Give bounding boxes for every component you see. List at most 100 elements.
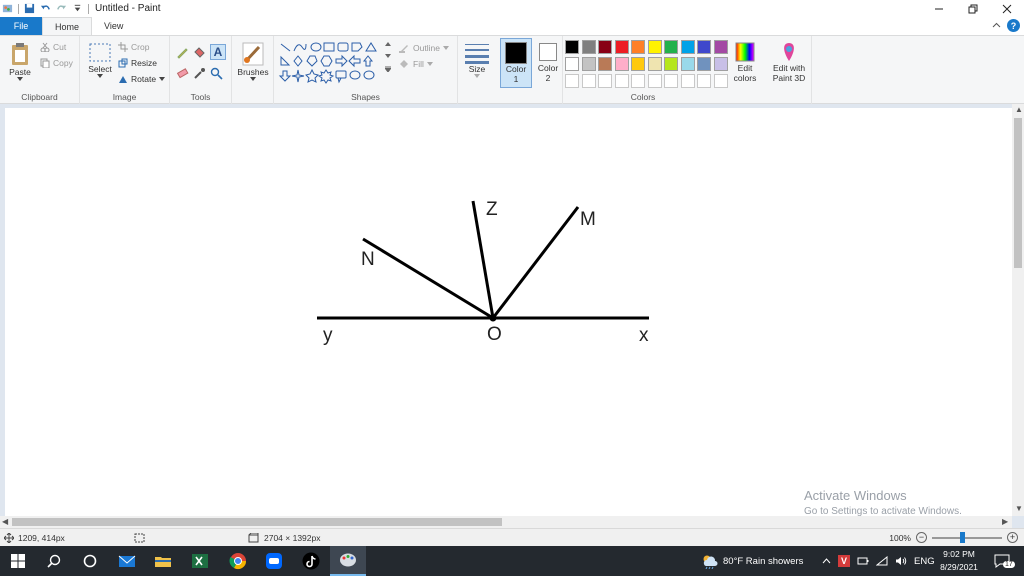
color-swatch[interactable] [631, 40, 645, 54]
scroll-left-icon[interactable]: ◀ [2, 517, 8, 526]
minimize-button[interactable] [922, 0, 956, 17]
zalo-app[interactable] [264, 551, 284, 571]
scroll-down-icon[interactable]: ▼ [1015, 504, 1023, 513]
text-tool-icon[interactable]: A [210, 44, 226, 60]
custom-color-slot[interactable] [614, 74, 629, 88]
custom-color-slot[interactable] [631, 74, 645, 88]
shapes-group-label: Shapes [351, 92, 380, 102]
zoom-out-button[interactable]: − [916, 532, 927, 543]
tab-file[interactable]: File [0, 17, 42, 35]
undo-icon[interactable] [40, 3, 51, 14]
antivirus-icon[interactable]: V [838, 555, 850, 567]
color-swatch[interactable] [598, 57, 612, 71]
shapes-scroller[interactable] [385, 42, 391, 72]
paste-button[interactable]: Paste [6, 41, 34, 81]
excel-app[interactable] [190, 551, 210, 571]
drawing-canvas[interactable]: Z M N y O x [5, 108, 1012, 516]
zoom-slider-thumb[interactable] [960, 531, 965, 543]
cut-button[interactable]: Cut [40, 42, 66, 52]
color-swatch[interactable] [598, 40, 612, 54]
start-button[interactable] [8, 551, 28, 571]
select-button[interactable]: Select [85, 42, 115, 78]
restore-button[interactable] [956, 0, 990, 17]
color-swatch[interactable] [581, 40, 596, 54]
color1-button[interactable]: Color 1 [500, 38, 532, 88]
redo-icon[interactable] [56, 3, 67, 14]
color-swatch[interactable] [647, 40, 662, 54]
color-swatch[interactable] [581, 57, 596, 71]
wifi-icon[interactable] [876, 556, 888, 566]
paint-app-taskbar[interactable] [330, 546, 366, 576]
crop-button[interactable]: Crop [118, 42, 149, 52]
weather-widget[interactable]: 80°F Rain showers [700, 546, 803, 576]
scroll-right-icon[interactable]: ▶ [1002, 517, 1008, 526]
size-label: Size [468, 64, 486, 74]
custom-color-slot[interactable] [581, 74, 596, 88]
close-button[interactable] [990, 0, 1024, 17]
color-swatch[interactable] [565, 57, 579, 71]
rotate-button[interactable]: Rotate [118, 74, 166, 84]
color-swatch[interactable] [664, 57, 678, 71]
custom-color-slot[interactable] [647, 74, 662, 88]
pencil-icon[interactable] [176, 46, 189, 59]
color-swatch[interactable] [680, 57, 695, 71]
color-swatch[interactable] [713, 57, 728, 71]
collapse-ribbon-icon[interactable] [992, 21, 1001, 30]
volume-icon[interactable] [895, 556, 907, 566]
color2-button[interactable]: Color 2 [534, 41, 562, 83]
fill-bucket-icon[interactable] [193, 46, 206, 59]
brushes-button[interactable]: Brushes [235, 41, 271, 81]
file-explorer-app[interactable] [153, 551, 173, 571]
vertical-scroll-thumb[interactable] [1014, 118, 1022, 268]
custom-color-slot[interactable] [697, 74, 711, 88]
label-z: Z [486, 199, 498, 220]
custom-color-slot[interactable] [598, 74, 612, 88]
cortana-button[interactable] [80, 551, 100, 571]
color-swatch[interactable] [713, 40, 728, 54]
outline-button[interactable]: Outline [398, 42, 449, 53]
battery-icon[interactable] [857, 556, 869, 566]
tab-view[interactable]: View [92, 17, 135, 35]
customize-dropdown-icon[interactable] [72, 3, 83, 14]
help-icon[interactable]: ? [1007, 19, 1020, 32]
clock[interactable]: 9:02 PM 8/29/2021 [934, 546, 984, 576]
copy-button[interactable]: Copy [40, 58, 73, 68]
zoom-in-button[interactable]: + [1007, 532, 1018, 543]
notification-center-button[interactable]: 17 [990, 546, 1015, 576]
mail-app[interactable] [117, 551, 137, 571]
edit-colors-button[interactable]: Edit colors [727, 41, 763, 83]
custom-color-slot[interactable] [713, 74, 728, 88]
color-picker-icon[interactable] [193, 67, 206, 80]
save-icon[interactable] [24, 3, 35, 14]
tab-home[interactable]: Home [42, 17, 93, 35]
resize-button[interactable]: Resize [118, 58, 157, 68]
horizontal-scrollbar[interactable]: ◀ ▶ [0, 516, 1012, 528]
shapes-gallery[interactable] [278, 41, 390, 85]
color-swatch[interactable] [631, 57, 645, 71]
color-swatch[interactable] [697, 40, 711, 54]
horizontal-scroll-thumb[interactable] [12, 518, 502, 526]
custom-color-slot[interactable] [664, 74, 678, 88]
color-swatch[interactable] [614, 40, 629, 54]
scroll-up-icon[interactable]: ▲ [1015, 105, 1023, 114]
color-swatch[interactable] [697, 57, 711, 71]
custom-color-slot[interactable] [680, 74, 695, 88]
search-button[interactable] [44, 551, 64, 571]
tiktok-app[interactable] [301, 551, 321, 571]
color-swatch[interactable] [680, 40, 695, 54]
color-swatch[interactable] [565, 40, 579, 54]
chrome-app[interactable] [228, 551, 248, 571]
input-language[interactable]: ENG [914, 556, 935, 567]
color-swatch[interactable] [647, 57, 662, 71]
fill-button[interactable]: Fill [398, 58, 433, 69]
magnifier-icon[interactable] [210, 67, 223, 80]
size-button[interactable]: Size [462, 42, 492, 78]
edit-with-paint3d-button[interactable]: Edit with Paint 3D [767, 41, 811, 83]
color-swatch[interactable] [664, 40, 678, 54]
zoom-slider[interactable] [932, 531, 1002, 543]
vertical-scrollbar[interactable]: ▲ ▼ [1012, 104, 1024, 516]
color-swatch[interactable] [614, 57, 629, 71]
chevron-up-icon[interactable] [822, 558, 831, 564]
custom-color-slot[interactable] [565, 74, 579, 88]
eraser-icon[interactable] [176, 67, 189, 80]
